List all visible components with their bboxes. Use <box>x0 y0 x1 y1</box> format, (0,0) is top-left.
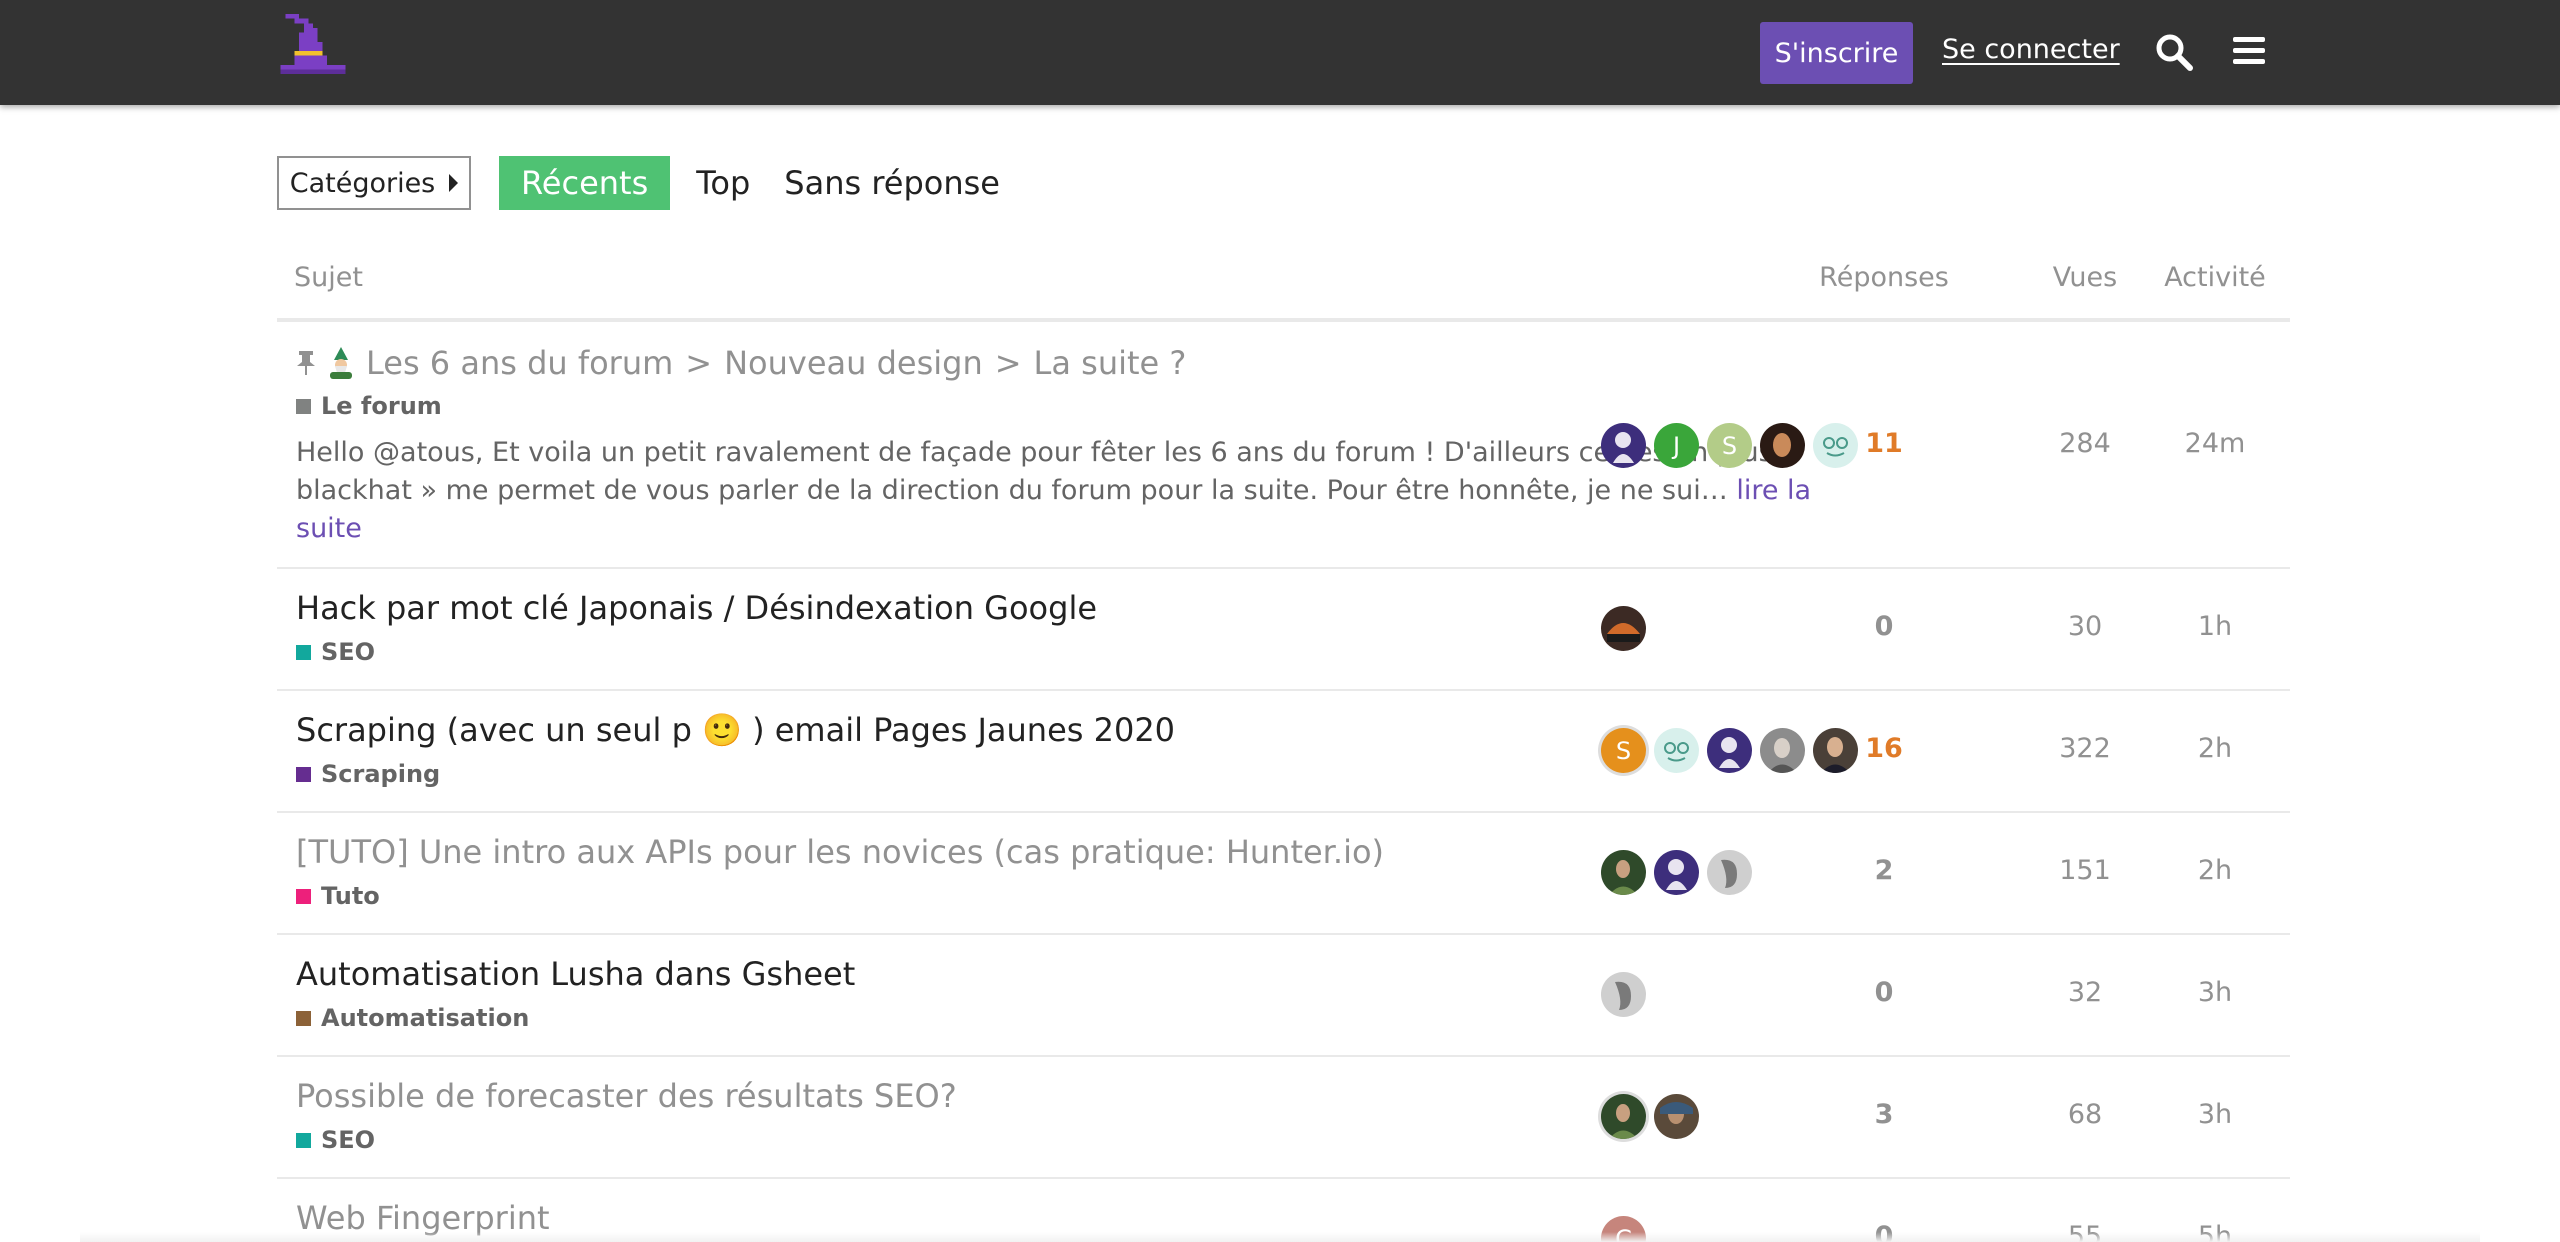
category-color-square <box>296 766 311 782</box>
title-part-1: Les 6 ans du forum <box>366 344 674 382</box>
topic-title[interactable]: Scraping (avec un seul p 🙂 ) email Pages… <box>296 711 1175 749</box>
categories-dropdown[interactable]: Catégories <box>277 156 471 210</box>
category-badge[interactable]: SEO <box>296 1126 375 1154</box>
column-replies[interactable]: Réponses <box>1774 262 1994 293</box>
reply-count[interactable]: 3 <box>1784 1099 1984 1130</box>
login-link[interactable]: Se connecter <box>1942 34 2120 65</box>
title-part-3: La suite ? <box>1033 344 1187 382</box>
activity-time[interactable]: 2h <box>2135 733 2295 764</box>
activity-time[interactable]: 3h <box>2135 977 2295 1008</box>
categories-label: Catégories <box>289 167 436 199</box>
category-color-square <box>296 1010 311 1026</box>
bottom-edge-shadow <box>80 1232 2480 1242</box>
column-subject: Sujet <box>294 262 363 293</box>
avatar[interactable] <box>1707 728 1752 773</box>
category-badge[interactable]: Scraping <box>296 760 440 788</box>
topic-row-pinned: Les 6 ans du forum > Nouveau design > La… <box>277 326 2290 569</box>
category-badge[interactable]: Tuto <box>296 882 380 910</box>
topic-row: Scraping (avec un seul p 🙂 ) email Pages… <box>277 691 2290 813</box>
search-icon[interactable] <box>2154 32 2194 72</box>
site-header: S'inscrire Se connecter <box>0 0 2560 105</box>
activity-time[interactable]: 1h <box>2135 611 2295 642</box>
tab-sans-reponse[interactable]: Sans réponse <box>776 156 1008 210</box>
category-color-square <box>296 398 311 414</box>
avatar[interactable] <box>1654 850 1699 895</box>
topic-list-header: Sujet Réponses Vues Activité <box>277 250 2290 322</box>
avatar[interactable] <box>1654 1094 1699 1139</box>
posters <box>1601 1094 1699 1139</box>
caret-right-icon <box>449 174 459 192</box>
tab-recents[interactable]: Récents <box>499 156 671 210</box>
activity-time[interactable]: 24m <box>2135 428 2295 459</box>
category-badge[interactable]: Le forum <box>296 392 442 420</box>
avatar[interactable] <box>1601 850 1646 895</box>
category-color-square <box>296 644 311 660</box>
column-activity[interactable]: Activité <box>2135 262 2295 293</box>
topic-title[interactable]: Les 6 ans du forum > Nouveau design > La… <box>296 344 1186 382</box>
reply-count[interactable]: 2 <box>1784 855 1984 886</box>
avatar[interactable] <box>1601 1094 1646 1139</box>
wizard-emoji-icon <box>330 347 352 379</box>
avatar[interactable] <box>1707 850 1752 895</box>
topic-title[interactable]: Hack par mot clé Japonais / Désindexatio… <box>296 589 1097 627</box>
avatar[interactable] <box>1654 728 1699 773</box>
topic-title[interactable]: Possible de forecaster des résultats SEO… <box>296 1077 957 1115</box>
category-color-square <box>296 888 311 904</box>
topic-row: [TUTO] Une intro aux APIs pour les novic… <box>277 813 2290 935</box>
reply-count[interactable]: 11 <box>1784 428 1984 459</box>
posters <box>1601 972 1646 1017</box>
avatar[interactable]: S <box>1707 423 1752 468</box>
title-separator: > <box>994 344 1022 382</box>
topic-row: Automatisation Lusha dans Gsheet Automat… <box>277 935 2290 1057</box>
category-name: SEO <box>321 638 376 666</box>
tab-top[interactable]: Top <box>688 156 758 210</box>
title-separator: > <box>685 344 713 382</box>
topic-navigation: Catégories Récents Top Sans réponse <box>277 156 1008 210</box>
category-name: SEO <box>321 1126 376 1154</box>
pin-icon <box>297 351 315 375</box>
topic-list: Les 6 ans du forum > Nouveau design > La… <box>277 326 2290 1242</box>
title-part-2: Nouveau design <box>724 344 983 382</box>
topic-title[interactable]: [TUTO] Une intro aux APIs pour les novic… <box>296 833 1384 871</box>
category-badge[interactable]: SEO <box>296 638 375 666</box>
topic-row: Hack par mot clé Japonais / Désindexatio… <box>277 569 2290 691</box>
category-name: Scraping <box>321 760 441 788</box>
category-name: Le forum <box>321 392 442 420</box>
activity-time[interactable]: 2h <box>2135 855 2295 886</box>
excerpt-text: Hello @atous, Et voila un petit ravaleme… <box>296 437 1798 506</box>
avatar[interactable]: J <box>1654 423 1699 468</box>
posters <box>1601 850 1752 895</box>
avatar[interactable]: S <box>1601 728 1646 773</box>
posters <box>1601 606 1646 651</box>
category-badge[interactable]: Automatisation <box>296 1004 529 1032</box>
category-name: Tuto <box>321 882 380 910</box>
signup-button[interactable]: S'inscrire <box>1760 22 1913 84</box>
topic-title[interactable]: Automatisation Lusha dans Gsheet <box>296 955 855 993</box>
activity-time[interactable]: 3h <box>2135 1099 2295 1130</box>
reply-count[interactable]: 0 <box>1784 977 1984 1008</box>
reply-count[interactable]: 16 <box>1784 733 1984 764</box>
avatar[interactable] <box>1601 606 1646 651</box>
avatar[interactable] <box>1601 972 1646 1017</box>
topic-row: Possible de forecaster des résultats SEO… <box>277 1057 2290 1179</box>
avatar[interactable] <box>1601 423 1646 468</box>
category-color-square <box>296 1132 311 1148</box>
hamburger-menu-icon[interactable] <box>2232 34 2266 68</box>
category-name: Automatisation <box>321 1004 530 1032</box>
reply-count[interactable]: 0 <box>1784 611 1984 642</box>
wizard-hat-logo[interactable] <box>276 14 350 88</box>
